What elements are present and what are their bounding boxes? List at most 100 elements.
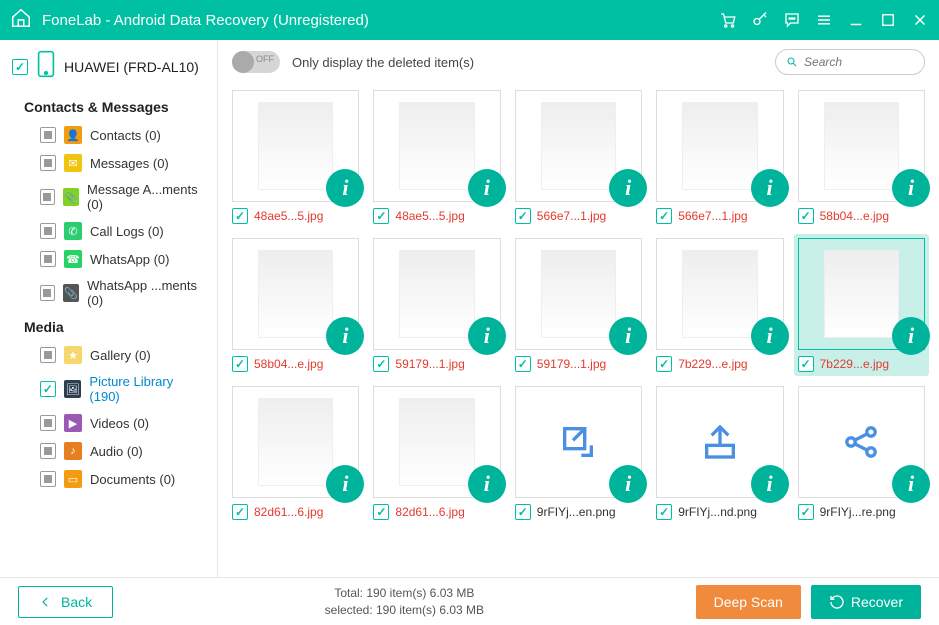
- info-badge-icon[interactable]: i: [326, 169, 364, 207]
- deleted-only-toggle[interactable]: OFF: [232, 51, 280, 73]
- category-item[interactable]: ☎WhatsApp (0): [0, 245, 217, 273]
- info-badge-icon[interactable]: i: [468, 465, 506, 503]
- category-item[interactable]: ▭Documents (0): [0, 465, 217, 493]
- feedback-icon[interactable]: [783, 11, 801, 29]
- info-badge-icon[interactable]: i: [892, 317, 930, 355]
- thumbnail-checkbox[interactable]: [515, 208, 531, 224]
- thumbnail-cell[interactable]: i9rFIYj...nd.png: [656, 386, 783, 520]
- thumbnail-cell[interactable]: i59179...1.jpg: [373, 238, 500, 372]
- thumbnail-checkbox[interactable]: [515, 504, 531, 520]
- info-badge-icon[interactable]: i: [468, 169, 506, 207]
- info-badge-icon[interactable]: i: [751, 169, 789, 207]
- category-item[interactable]: ★Gallery (0): [0, 341, 217, 369]
- home-icon[interactable]: [10, 7, 32, 34]
- thumbnail-checkbox[interactable]: [232, 208, 248, 224]
- thumbnail-box[interactable]: i: [515, 90, 642, 202]
- category-checkbox[interactable]: [40, 347, 56, 363]
- maximize-icon[interactable]: [879, 11, 897, 29]
- category-checkbox[interactable]: [40, 415, 56, 431]
- thumbnail-cell[interactable]: i566e7...1.jpg: [656, 90, 783, 224]
- thumbnail-checkbox[interactable]: [656, 356, 672, 372]
- thumbnail-box[interactable]: i: [656, 90, 783, 202]
- thumbnail-checkbox[interactable]: [656, 208, 672, 224]
- search-input[interactable]: [804, 55, 914, 69]
- thumbnail-box[interactable]: i: [515, 238, 642, 350]
- thumbnail-box[interactable]: i: [232, 90, 359, 202]
- category-icon: ▭: [64, 470, 82, 488]
- info-badge-icon[interactable]: i: [892, 169, 930, 207]
- thumbnail-checkbox[interactable]: [373, 356, 389, 372]
- info-badge-icon[interactable]: i: [326, 465, 364, 503]
- thumbnail-cell[interactable]: i7b229...e.jpg: [656, 238, 783, 372]
- thumbnail-cell[interactable]: i9rFIYj...re.png: [798, 386, 925, 520]
- category-checkbox[interactable]: [40, 223, 56, 239]
- thumbnail-checkbox[interactable]: [232, 356, 248, 372]
- thumbnail-checkbox[interactable]: [515, 356, 531, 372]
- thumbnail-checkbox[interactable]: [373, 208, 389, 224]
- category-item[interactable]: 📎WhatsApp ...ments (0): [0, 273, 217, 313]
- thumbnail-box[interactable]: i: [232, 238, 359, 350]
- thumbnail-checkbox[interactable]: [232, 504, 248, 520]
- category-item[interactable]: 👤Contacts (0): [0, 121, 217, 149]
- category-item[interactable]: ✉Messages (0): [0, 149, 217, 177]
- info-badge-icon[interactable]: i: [751, 317, 789, 355]
- category-checkbox[interactable]: [40, 127, 56, 143]
- thumbnail-checkbox[interactable]: [798, 356, 814, 372]
- thumbnail-box[interactable]: i: [373, 238, 500, 350]
- search-box[interactable]: [775, 49, 925, 75]
- thumbnail-cell[interactable]: i48ae5...5.jpg: [232, 90, 359, 224]
- minimize-icon[interactable]: [847, 11, 865, 29]
- device-checkbox[interactable]: [12, 59, 28, 75]
- key-icon[interactable]: [751, 11, 769, 29]
- thumbnail-box[interactable]: i: [798, 238, 925, 350]
- info-badge-icon[interactable]: i: [609, 169, 647, 207]
- thumbnail-box[interactable]: i: [373, 90, 500, 202]
- category-checkbox[interactable]: [40, 189, 55, 205]
- thumbnail-cell[interactable]: i566e7...1.jpg: [515, 90, 642, 224]
- thumbnail-box[interactable]: i: [798, 90, 925, 202]
- category-item[interactable]: ♪Audio (0): [0, 437, 217, 465]
- category-checkbox[interactable]: [40, 471, 56, 487]
- thumbnail-cell[interactable]: i9rFIYj...en.png: [515, 386, 642, 520]
- thumbnail-box[interactable]: i: [656, 238, 783, 350]
- category-checkbox[interactable]: [40, 443, 56, 459]
- category-item[interactable]: ✆Call Logs (0): [0, 217, 217, 245]
- thumbnail-box[interactable]: i: [232, 386, 359, 498]
- category-item[interactable]: 📎Message A...ments (0): [0, 177, 217, 217]
- info-badge-icon[interactable]: i: [609, 317, 647, 355]
- recover-button[interactable]: Recover: [811, 585, 921, 619]
- info-badge-icon[interactable]: i: [468, 317, 506, 355]
- category-checkbox[interactable]: [40, 381, 56, 397]
- thumbnail-cell[interactable]: i82d61...6.jpg: [232, 386, 359, 520]
- thumbnail-box[interactable]: i: [373, 386, 500, 498]
- category-item[interactable]: ▶Videos (0): [0, 409, 217, 437]
- info-badge-icon[interactable]: i: [892, 465, 930, 503]
- back-button[interactable]: Back: [18, 586, 113, 618]
- thumbnail-scroll[interactable]: i48ae5...5.jpgi48ae5...5.jpgi566e7...1.j…: [218, 84, 939, 577]
- info-badge-icon[interactable]: i: [751, 465, 789, 503]
- thumbnail-cell[interactable]: i82d61...6.jpg: [373, 386, 500, 520]
- thumbnail-cell[interactable]: i7b229...e.jpg: [794, 234, 929, 376]
- category-checkbox[interactable]: [40, 251, 56, 267]
- close-icon[interactable]: [911, 11, 929, 29]
- thumbnail-box[interactable]: i: [515, 386, 642, 498]
- thumbnail-box[interactable]: i: [656, 386, 783, 498]
- category-item[interactable]: 🖼Picture Library (190): [0, 369, 217, 409]
- device-row[interactable]: HUAWEI (FRD-AL10): [0, 40, 217, 93]
- cart-icon[interactable]: [719, 11, 737, 29]
- thumbnail-checkbox[interactable]: [373, 504, 389, 520]
- info-badge-icon[interactable]: i: [326, 317, 364, 355]
- thumbnail-checkbox[interactable]: [656, 504, 672, 520]
- category-checkbox[interactable]: [40, 155, 56, 171]
- category-checkbox[interactable]: [40, 285, 55, 301]
- thumbnail-checkbox[interactable]: [798, 504, 814, 520]
- thumbnail-cell[interactable]: i58b04...e.jpg: [232, 238, 359, 372]
- menu-icon[interactable]: [815, 11, 833, 29]
- deep-scan-button[interactable]: Deep Scan: [696, 585, 801, 619]
- thumbnail-cell[interactable]: i58b04...e.jpg: [798, 90, 925, 224]
- thumbnail-checkbox[interactable]: [798, 208, 814, 224]
- info-badge-icon[interactable]: i: [609, 465, 647, 503]
- thumbnail-box[interactable]: i: [798, 386, 925, 498]
- thumbnail-cell[interactable]: i48ae5...5.jpg: [373, 90, 500, 224]
- thumbnail-cell[interactable]: i59179...1.jpg: [515, 238, 642, 372]
